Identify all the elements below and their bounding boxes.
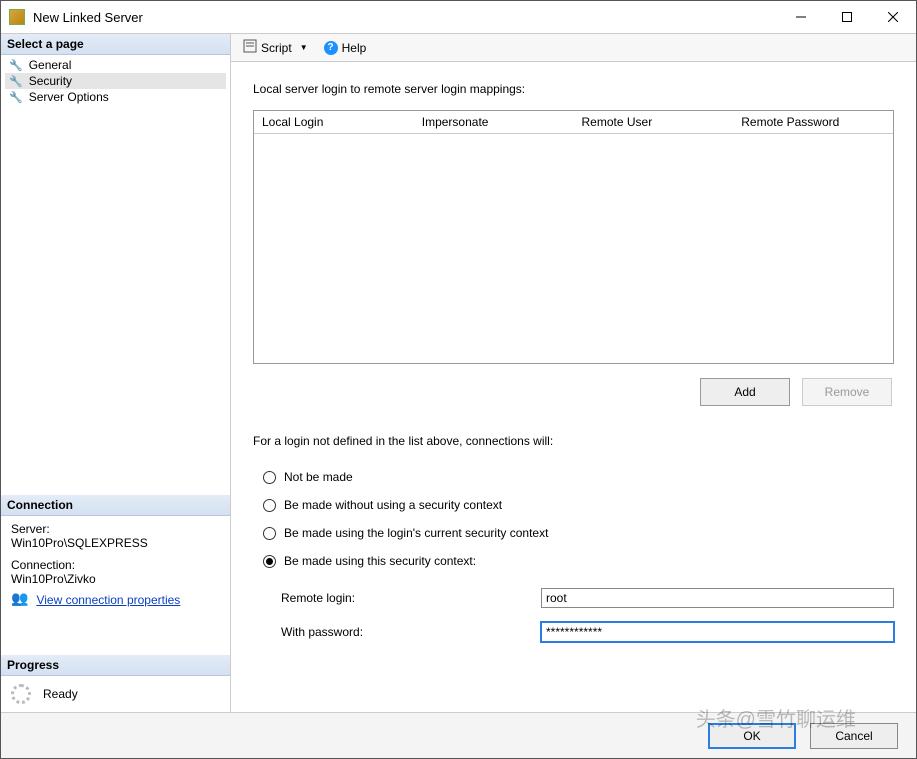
radio-icon [263, 499, 276, 512]
col-remote-password[interactable]: Remote Password [733, 111, 893, 133]
wrench-icon: 🔧 [9, 91, 23, 104]
view-connection-properties-link[interactable]: View connection properties [36, 593, 180, 607]
window-title: New Linked Server [33, 10, 778, 25]
remove-button: Remove [802, 378, 892, 406]
sidebar-item-general[interactable]: 🔧 General [5, 57, 226, 73]
radio-icon [263, 471, 276, 484]
help-icon: ? [324, 41, 338, 55]
radio-this-security[interactable]: Be made using this security context: [263, 554, 894, 568]
with-password-label: With password: [281, 625, 541, 639]
maximize-button[interactable] [824, 1, 870, 33]
server-value: Win10Pro\SQLEXPRESS [11, 536, 220, 550]
sidebar-item-security[interactable]: 🔧 Security [5, 73, 226, 89]
server-label: Server: [11, 522, 220, 536]
remote-login-input[interactable] [541, 588, 894, 608]
add-button[interactable]: Add [700, 378, 790, 406]
sidebar-item-label: Server Options [29, 90, 109, 104]
progress-status: Ready [43, 687, 78, 701]
mappings-label: Local server login to remote server logi… [253, 82, 894, 96]
wrench-icon: 🔧 [9, 59, 23, 72]
connection-value: Win10Pro\Zivko [11, 572, 220, 586]
sidebar-item-server-options[interactable]: 🔧 Server Options [5, 89, 226, 105]
app-icon [9, 9, 25, 25]
radio-current-security[interactable]: Be made using the login's current securi… [263, 526, 894, 540]
pages-header: Select a page [1, 34, 230, 55]
help-button[interactable]: ? Help [318, 39, 373, 57]
ok-button[interactable]: OK [708, 723, 796, 749]
progress-spinner-icon [11, 684, 31, 704]
minimize-button[interactable] [778, 1, 824, 33]
script-button[interactable]: Script ▼ [237, 37, 314, 58]
sidebar: Select a page 🔧 General 🔧 Security 🔧 Ser… [1, 34, 231, 712]
col-local-login[interactable]: Local Login [254, 111, 414, 133]
col-remote-user[interactable]: Remote User [574, 111, 734, 133]
undefined-login-label: For a login not defined in the list abov… [253, 434, 894, 448]
wrench-icon: 🔧 [9, 75, 23, 88]
dialog-footer: OK Cancel [1, 712, 916, 758]
close-button[interactable] [870, 1, 916, 33]
chevron-down-icon: ▼ [296, 43, 308, 52]
sidebar-item-label: Security [29, 74, 72, 88]
toolbar: Script ▼ ? Help [231, 34, 916, 62]
script-icon [243, 39, 257, 56]
cancel-button[interactable]: Cancel [810, 723, 898, 749]
col-impersonate[interactable]: Impersonate [414, 111, 574, 133]
login-mappings-grid[interactable]: Local Login Impersonate Remote User Remo… [253, 110, 894, 364]
remote-login-label: Remote login: [281, 591, 541, 605]
radio-icon [263, 527, 276, 540]
radio-without-security[interactable]: Be made without using a security context [263, 498, 894, 512]
people-icon: 👥 [11, 590, 28, 607]
grid-body[interactable] [254, 134, 893, 363]
radio-not-be-made[interactable]: Not be made [263, 470, 894, 484]
connection-label: Connection: [11, 558, 220, 572]
sidebar-item-label: General [29, 58, 72, 72]
with-password-input[interactable] [541, 622, 894, 642]
progress-header: Progress [1, 655, 230, 676]
dialog-window: New Linked Server Select a page 🔧 Genera… [0, 0, 917, 759]
connection-header: Connection [1, 495, 230, 516]
titlebar[interactable]: New Linked Server [1, 1, 916, 33]
radio-icon-selected [263, 555, 276, 568]
